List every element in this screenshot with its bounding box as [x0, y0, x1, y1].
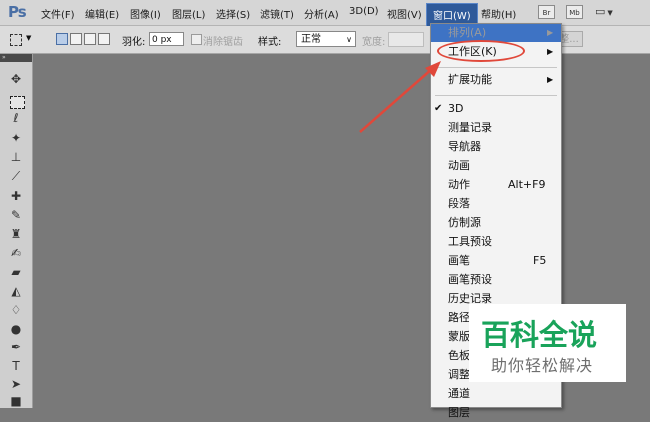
screen-mode-button[interactable]: ▭ ▼ [595, 5, 621, 19]
menu-separator [435, 95, 557, 96]
subtract-from-selection-icon[interactable] [84, 33, 96, 45]
annotation-arrow-icon [359, 61, 441, 133]
blur-tool-icon[interactable]: ♢ [8, 303, 24, 317]
menu-item-panel[interactable]: 画笔 F5 [431, 252, 561, 270]
menu-image[interactable]: 图像(I) [130, 6, 161, 21]
feather-input[interactable]: 0 px [149, 32, 184, 46]
move-tool-icon[interactable]: ✥ [8, 72, 24, 86]
type-tool-icon[interactable]: T [8, 359, 24, 373]
photoshop-logo: Ps [8, 3, 27, 21]
menu-help[interactable]: 帮助(H) [481, 6, 516, 21]
menu-item-panel[interactable]: 通道 [431, 385, 561, 403]
path-select-tool-icon[interactable]: ➤ [8, 377, 24, 391]
menu-item-panel[interactable]: 图层 [431, 404, 561, 422]
style-select[interactable]: 正常 ∨ [296, 31, 356, 47]
chevron-down-icon: ▼ [607, 9, 613, 17]
antialias-label: 消除锯齿 [203, 37, 243, 48]
menu-item-label: 动画 [448, 159, 470, 172]
menu-item-label: 蒙版 [448, 330, 470, 343]
menu-item-panel[interactable]: 段落 [431, 195, 561, 213]
feather-label: 羽化: [122, 37, 146, 48]
menu-separator [435, 67, 557, 68]
width-label: 宽度: [362, 37, 386, 48]
style-value: 正常 [301, 34, 321, 45]
toolbox: » ✥ ℓ ✦ ⊥ ⟋ ✚ ✎ ♜ ✍ ▰ ◭ ♢ ● ✒ T ➤ ■ [0, 54, 33, 408]
menu-item-label: 导航器 [448, 140, 481, 153]
menu-item-arrange[interactable]: 排列(A) ▶ [431, 24, 561, 42]
menu-item-panel[interactable]: 导航器 [431, 138, 561, 156]
rectangle-tool-icon[interactable]: ■ [8, 394, 24, 408]
menu-item-label: 3D [448, 102, 464, 115]
antialias-checkbox[interactable] [191, 34, 202, 45]
menu-item-panel[interactable]: ✔ 3D [431, 100, 561, 118]
menu-item-label: 调整 [448, 368, 470, 381]
add-to-selection-icon[interactable] [70, 33, 82, 45]
menu-file[interactable]: 文件(F) [41, 6, 75, 21]
chevron-down-icon: ∨ [346, 35, 352, 44]
submenu-arrow-icon: ▶ [547, 47, 554, 56]
menu-item-panel[interactable]: 测量记录 [431, 119, 561, 137]
menu-item-label: 路径 [448, 311, 470, 324]
pen-tool-icon[interactable]: ✒ [8, 340, 24, 354]
menu-item-label: 图层 [448, 406, 470, 419]
menu-item-panel[interactable]: 动作 Alt+F9 [431, 176, 561, 194]
menu-item-panel[interactable]: 工具预设 [431, 233, 561, 251]
width-input[interactable] [388, 32, 424, 47]
menu-item-label: 工具预设 [448, 235, 492, 248]
submenu-arrow-icon: ▶ [547, 28, 554, 37]
menu-item-panel[interactable]: 动画 [431, 157, 561, 175]
watermark-subtitle: 助你轻松解决 [491, 356, 594, 375]
menu-edit[interactable]: 编辑(E) [85, 6, 119, 21]
menu-select[interactable]: 选择(S) [216, 6, 250, 21]
bridge-button[interactable]: Br [538, 5, 555, 19]
marquee-preset-icon [10, 34, 22, 46]
menu-item-panel[interactable]: 画笔预设 [431, 271, 561, 289]
intersect-selection-icon[interactable] [98, 33, 110, 45]
screen-mode-icon: ▭ [595, 5, 606, 18]
toolbox-collapse-handle[interactable]: » [0, 54, 32, 62]
chevron-down-icon: ▼ [26, 34, 32, 42]
menu-item-panel[interactable]: 仿制源 [431, 214, 561, 232]
eyedropper-tool-icon[interactable]: ⟋ [8, 169, 24, 183]
watermark-title: 百科全说 [481, 318, 598, 352]
history-brush-tool-icon[interactable]: ✍ [8, 246, 24, 260]
menu-item-label: 段落 [448, 197, 470, 210]
menu-filter[interactable]: 滤镜(T) [260, 6, 294, 21]
menu-analysis[interactable]: 分析(A) [304, 6, 339, 21]
lasso-tool-icon[interactable]: ℓ [8, 111, 24, 125]
clone-stamp-tool-icon[interactable]: ♜ [8, 227, 24, 241]
eraser-tool-icon[interactable]: ▰ [8, 265, 24, 279]
menu-item-label: 画笔预设 [448, 273, 492, 286]
watermark-logo: 百科全说 助你轻松解决 [469, 304, 626, 382]
submenu-arrow-icon: ▶ [547, 75, 554, 84]
menu-item-shortcut: Alt+F9 [508, 178, 546, 191]
menu-item-extensions[interactable]: 扩展功能 ▶ [431, 71, 561, 89]
crop-tool-icon[interactable]: ⊥ [8, 150, 24, 164]
menu-view[interactable]: 视图(V) [387, 6, 422, 21]
paint-bucket-tool-icon[interactable]: ◭ [8, 284, 24, 298]
brush-tool-icon[interactable]: ✎ [8, 208, 24, 222]
menu-layer[interactable]: 图层(L) [172, 6, 205, 21]
style-label: 样式: [258, 37, 282, 48]
new-selection-icon[interactable] [56, 33, 68, 45]
tool-preset-picker[interactable]: ▼ [8, 32, 34, 48]
menu-3d[interactable]: 3D(D) [349, 6, 379, 17]
menu-item-label: 测量记录 [448, 121, 492, 134]
menu-item-label: 画笔 [448, 254, 470, 267]
menu-item-label: 仿制源 [448, 216, 481, 229]
menu-item-shortcut: F5 [533, 254, 547, 267]
quick-select-tool-icon[interactable]: ✦ [8, 131, 24, 145]
annotation-oval [437, 40, 525, 62]
spot-healing-tool-icon[interactable]: ✚ [8, 189, 24, 203]
menu-item-label: 通道 [448, 387, 470, 400]
dodge-tool-icon[interactable]: ● [8, 322, 24, 336]
rect-marquee-tool-icon[interactable] [10, 96, 25, 109]
menu-item-label: 扩展功能 [448, 73, 492, 86]
menu-item-label: 动作 [448, 178, 470, 191]
menu-item-label: 色板 [448, 349, 470, 362]
mini-bridge-button[interactable]: Mb [566, 5, 583, 19]
